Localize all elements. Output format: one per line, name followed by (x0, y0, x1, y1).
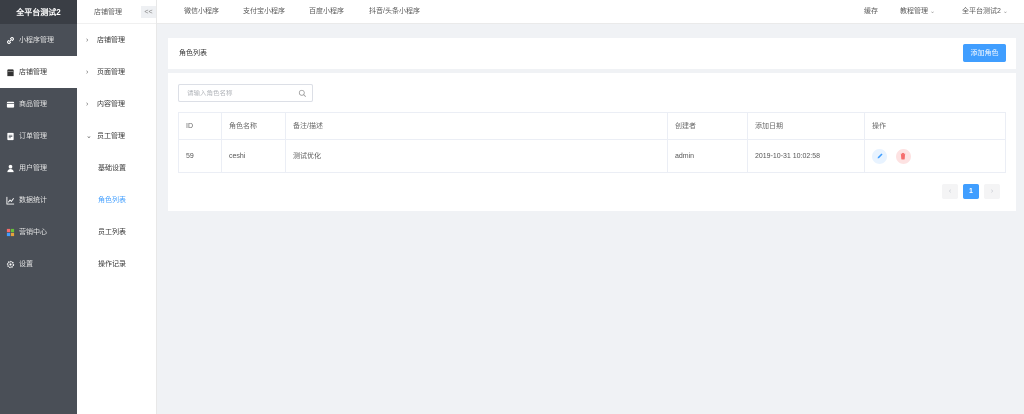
sub-sidebar: 店铺管理 << › 店铺管理 › 页面管理 › 内容管理 ⌄ 员工管理 基础设置… (77, 0, 157, 414)
sidebar-item-user[interactable]: 用户管理 (0, 152, 77, 184)
marketing-icon (6, 228, 15, 237)
user-icon (6, 164, 15, 173)
sidebar-item-label: 用户管理 (19, 165, 47, 172)
next-page-button[interactable]: › (984, 184, 1000, 199)
subnav-item-basic-settings[interactable]: 基础设置 (77, 152, 156, 184)
cell-date: 2019-10-31 10:02:58 (747, 139, 865, 173)
chart-icon (6, 196, 15, 205)
subnav-group-label: 店铺管理 (97, 37, 125, 44)
column-header-date: 添加日期 (747, 112, 865, 140)
sidebar-item-label: 店铺管理 (19, 69, 47, 76)
pagination: ‹ 1 › (942, 184, 1000, 199)
subnav-group-page[interactable]: › 页面管理 (77, 56, 156, 88)
table-row: 59 ceshi 测试优化 admin 2019-10-31 10:02:58 (178, 139, 1006, 173)
chevron-down-icon: ⌄ (1002, 9, 1008, 15)
column-header-note: 备注/描述 (285, 112, 668, 140)
column-header-name: 角色名称 (221, 112, 286, 140)
main-sidebar: 全平台测试2 小程序管理 店铺管理 商品管理 订单管理 用户管理 数据统计 营销… (0, 0, 77, 414)
sidebar-item-order[interactable]: 订单管理 (0, 120, 77, 152)
prev-page-button[interactable]: ‹ (942, 184, 958, 199)
subnav-group-label: 内容管理 (97, 101, 125, 108)
tab-alipay[interactable]: 支付宝小程序 (243, 0, 285, 24)
trash-icon (901, 152, 906, 160)
column-header-creator: 创建者 (667, 112, 748, 140)
subnav-group-label: 页面管理 (97, 69, 125, 76)
chevron-right-icon: › (86, 36, 89, 44)
page-title: 角色列表 (179, 50, 207, 57)
sidebar-item-label: 商品管理 (19, 101, 47, 108)
top-bar: 微信小程序 支付宝小程序 百度小程序 抖音/头条小程序 缓存 教程管理 ⌄ 全平台… (157, 0, 1024, 24)
subnav-item-staff-list[interactable]: 员工列表 (77, 216, 156, 248)
cell-id: 59 (178, 139, 222, 173)
column-header-actions: 操作 (864, 112, 1006, 140)
page-header-panel: 角色列表 添加角色 (168, 38, 1016, 69)
sub-sidebar-title: 店铺管理 << (77, 0, 156, 24)
cache-link[interactable]: 缓存 (864, 0, 878, 24)
search-box[interactable] (178, 84, 313, 102)
account-menu[interactable]: 全平台测试2 ⌄ (962, 0, 1008, 24)
edit-button[interactable] (872, 148, 887, 164)
account-name: 全平台测试2 (962, 8, 1001, 15)
gear-icon (6, 260, 15, 269)
role-table: ID 角色名称 备注/描述 创建者 添加日期 操作 59 ceshi 测试优化 … (178, 112, 1006, 173)
cell-creator: admin (667, 139, 748, 173)
subnav-group-content[interactable]: › 内容管理 (77, 88, 156, 120)
tutorial-menu-label: 教程管理 (900, 8, 928, 15)
subnav-group-label: 员工管理 (97, 133, 125, 140)
page-button-current[interactable]: 1 (963, 184, 979, 199)
app-title[interactable]: 全平台测试2 (0, 0, 77, 24)
column-header-id: ID (178, 112, 222, 140)
sidebar-item-label: 数据统计 (19, 197, 47, 204)
subnav-group-staff[interactable]: ⌄ 员工管理 (77, 120, 156, 152)
tab-douyin[interactable]: 抖音/头条小程序 (369, 0, 420, 24)
role-list-panel: ID 角色名称 备注/描述 创建者 添加日期 操作 59 ceshi 测试优化 … (168, 73, 1016, 211)
sidebar-item-marketing[interactable]: 营销中心 (0, 216, 77, 248)
cell-note: 测试优化 (285, 139, 668, 173)
search-input[interactable] (187, 89, 297, 97)
sidebar-item-stats[interactable]: 数据统计 (0, 184, 77, 216)
cell-name: ceshi (221, 139, 286, 173)
sidebar-item-label: 设置 (19, 261, 33, 268)
sidebar-item-goods[interactable]: 商品管理 (0, 88, 77, 120)
chevron-down-icon: ⌄ (930, 9, 936, 15)
link-icon (6, 36, 15, 45)
delete-button[interactable] (895, 148, 911, 164)
subnav-item-role-list[interactable]: 角色列表 (77, 184, 156, 216)
search-icon[interactable] (298, 89, 307, 98)
sidebar-item-label: 小程序管理 (19, 37, 54, 44)
subnav-group-store[interactable]: › 店铺管理 (77, 24, 156, 56)
order-icon (6, 132, 15, 141)
chevron-down-icon: ⌄ (86, 133, 92, 140)
tab-wechat[interactable]: 微信小程序 (184, 0, 219, 24)
goods-icon (6, 100, 15, 109)
sidebar-item-settings[interactable]: 设置 (0, 248, 77, 280)
chevron-right-icon: › (86, 68, 89, 76)
collapse-sidebar-button[interactable]: << (141, 6, 156, 18)
sub-sidebar-title-label: 店铺管理 (94, 8, 122, 16)
add-role-button[interactable]: 添加角色 (963, 44, 1006, 62)
table-header-row: ID 角色名称 备注/描述 创建者 添加日期 操作 (178, 112, 1006, 140)
sidebar-item-label: 订单管理 (19, 133, 47, 140)
subnav-item-operation-log[interactable]: 操作记录 (77, 248, 156, 280)
sidebar-item-label: 营销中心 (19, 229, 47, 236)
cell-actions (864, 139, 1006, 173)
tab-baidu[interactable]: 百度小程序 (309, 0, 344, 24)
sidebar-item-store[interactable]: 店铺管理 (0, 56, 77, 88)
chevron-right-icon: › (86, 100, 89, 108)
sidebar-item-miniprogram[interactable]: 小程序管理 (0, 24, 77, 56)
pencil-icon (877, 153, 883, 159)
store-icon (6, 68, 15, 77)
tutorial-menu[interactable]: 教程管理 ⌄ (900, 0, 935, 24)
